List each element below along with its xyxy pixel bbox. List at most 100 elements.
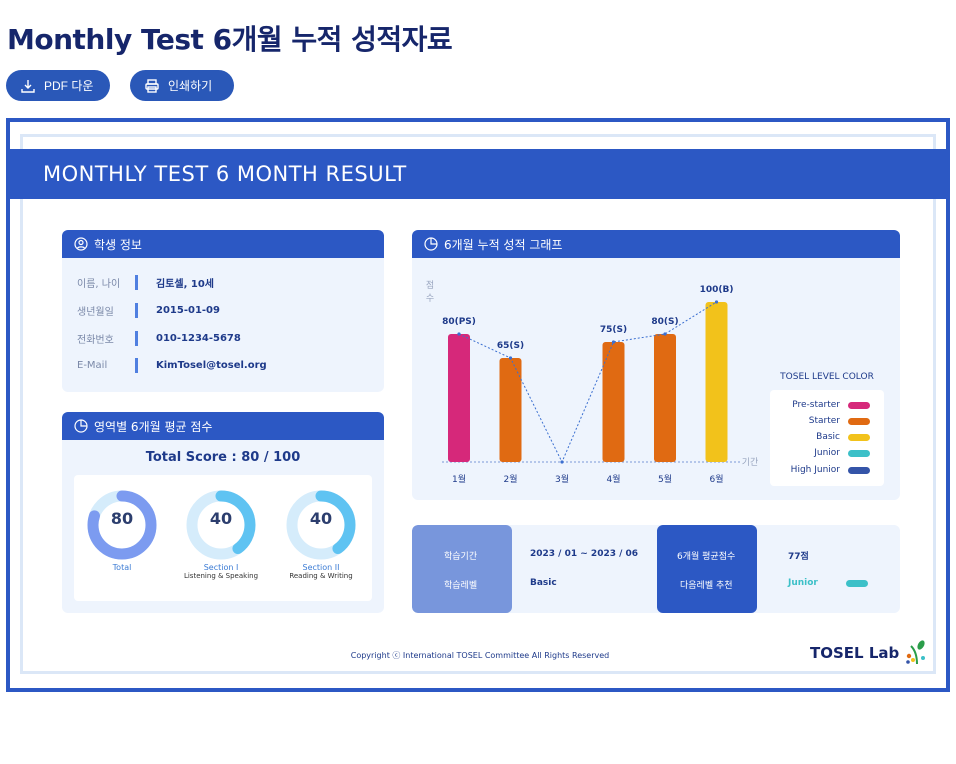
pdf-download-button[interactable]: PDF 다운 (6, 70, 110, 101)
level-value: Basic (530, 578, 557, 588)
summary-avg-block (657, 525, 757, 613)
next-level-label: 다음레벨 추천 (680, 581, 733, 591)
x-tick-label: 2월 (503, 473, 517, 485)
trend-point (508, 356, 513, 360)
legend-swatch (848, 466, 870, 474)
gauge-caption: Total (112, 563, 132, 572)
next-level-swatch (846, 580, 868, 587)
info-value: 김토셀, 10세 (156, 279, 214, 290)
section-scores-header: 영역별 6개월 평균 점수 (62, 412, 384, 440)
bar (602, 342, 625, 462)
x-tick-label: 4월 (606, 473, 620, 485)
printer-icon (145, 78, 159, 93)
total-score: Total Score : 80 / 100 (145, 450, 301, 465)
brand-name: TOSEL Lab (810, 644, 900, 662)
bar-value-label: 80(S) (651, 317, 678, 327)
copyright: Copyright ⓒ International TOSEL Committe… (350, 651, 610, 660)
x-tick-label: 6월 (709, 473, 723, 485)
info-value: 2015-01-09 (156, 305, 220, 316)
trend-point (611, 340, 616, 344)
trend-point (560, 460, 564, 464)
legend-item-pre-starter: Pre-starter (792, 400, 870, 410)
period-value: 2023 / 01 ~ 2023 / 06 (530, 549, 639, 559)
bar-value-label: 75(S) (600, 325, 627, 335)
sprout-logo-icon (906, 640, 926, 665)
info-label: 생년월일 (77, 307, 114, 318)
trend-point (457, 332, 461, 336)
clock-chart-icon (74, 419, 88, 433)
legend-label: Starter (808, 416, 840, 426)
student-info-title: 학생 정보 (94, 237, 142, 252)
legend-title: TOSEL LEVEL COLOR (780, 372, 874, 382)
info-divider (135, 331, 138, 346)
gauge-subcaption: Reading & Writing (289, 572, 353, 580)
gauge-value: 40 (209, 509, 233, 528)
info-row-phone: 전화번호 010-1234-5678 (77, 331, 241, 346)
user-icon (74, 237, 88, 251)
gauge-section-1: 40 Section I Listening & Speaking (179, 489, 263, 580)
gauge-caption: Section I (203, 563, 239, 572)
score-graph-card: 6개월 누적 성적 그래프 점 수 기간 80(PS) 1월 65(S) 2월 3월 75(S)… (412, 230, 900, 500)
x-tick-label: 3월 (555, 473, 569, 485)
info-divider (135, 303, 138, 318)
level-label: 학습레벨 (444, 581, 478, 591)
bar-value-label: 80(PS) (442, 317, 476, 327)
gauge-total: 80 Total (80, 489, 164, 572)
student-info-header: 학생 정보 (62, 230, 384, 258)
bar (654, 334, 676, 462)
print-label: 인쇄하기 (168, 79, 213, 93)
bar (499, 358, 522, 462)
info-label: E-Mail (77, 360, 108, 371)
bar (448, 334, 470, 462)
legend-swatch (848, 417, 870, 425)
legend-swatch (848, 433, 870, 441)
gauge-value: 40 (309, 509, 333, 528)
brand-logo: TOSEL Lab (810, 640, 929, 666)
legend-item-basic: Basic (816, 432, 870, 442)
score-graph-title: 6개월 누적 성적 그래프 (444, 237, 563, 252)
y-axis-label: 점 (426, 279, 434, 291)
legend-label: High Junior (790, 465, 840, 475)
clock-chart-icon (424, 237, 438, 251)
download-icon (21, 79, 35, 93)
info-row-birth: 생년월일 2015-01-09 (77, 303, 220, 318)
score-graph-header: 6개월 누적 성적 그래프 (412, 230, 900, 258)
x-tick-label: 1월 (452, 473, 466, 485)
gauge-subcaption: Listening & Speaking (183, 572, 259, 580)
legend-swatch (848, 401, 870, 409)
legend-label: Basic (816, 432, 840, 442)
page-title: Monthly Test 6개월 누적 성적자료 (7, 23, 453, 56)
student-info-card: 학생 정보 이름, 나이 김토셀, 10세 생년월일 2015-01-09 전화… (62, 230, 384, 392)
gauge-panel: 80 Total 40 Section I Listening & Speaki… (74, 475, 372, 601)
summary-label-block (412, 525, 512, 613)
report-header: MONTHLY TEST 6 MONTH RESULT (9, 149, 949, 199)
legend-label: Pre-starter (792, 400, 840, 410)
trend-point (714, 300, 719, 304)
section-scores-title: 영역별 6개월 평균 점수 (94, 419, 213, 434)
print-button[interactable]: 인쇄하기 (130, 70, 234, 101)
info-divider (135, 275, 138, 290)
section-scores-card: 영역별 6개월 평균 점수 Total Score : 80 / 100 80 … (62, 412, 384, 613)
legend-item-junior: Junior (814, 448, 870, 458)
period-label: 학습기간 (444, 552, 478, 562)
bar (705, 302, 728, 462)
level-legend: Pre-starter Starter Basic Junior High Ju… (770, 390, 884, 486)
avg-score-value: 77점 (788, 552, 809, 562)
score-bar-chart: 점수기간 80(PS) 1월 65(S) 2월 3월 75(S) 4월 80(S) 5월 100(B… (426, 279, 759, 485)
info-row-email: E-Mail KimTosel@tosel.org (77, 358, 267, 373)
info-row-name: 이름, 나이 김토셀, 10세 (77, 275, 214, 290)
gauge-section-2: 40 Section II Reading & Writing (279, 489, 363, 580)
y-axis-label: 수 (426, 293, 434, 304)
legend-swatch (848, 449, 870, 457)
info-value: 010-1234-5678 (156, 333, 241, 344)
x-axis-label: 기간 (742, 457, 759, 468)
info-value: KimTosel@tosel.org (156, 360, 267, 371)
next-level-value: Junior (788, 578, 818, 588)
gauge-caption: Section II (302, 563, 340, 572)
pdf-download-label: PDF 다운 (44, 79, 94, 93)
legend-label: Junior (814, 448, 840, 458)
legend-item-high-junior: High Junior (791, 465, 870, 475)
info-label: 이름, 나이 (77, 279, 121, 290)
x-tick-label: 5월 (658, 473, 672, 485)
gauge-value: 80 (110, 509, 134, 528)
